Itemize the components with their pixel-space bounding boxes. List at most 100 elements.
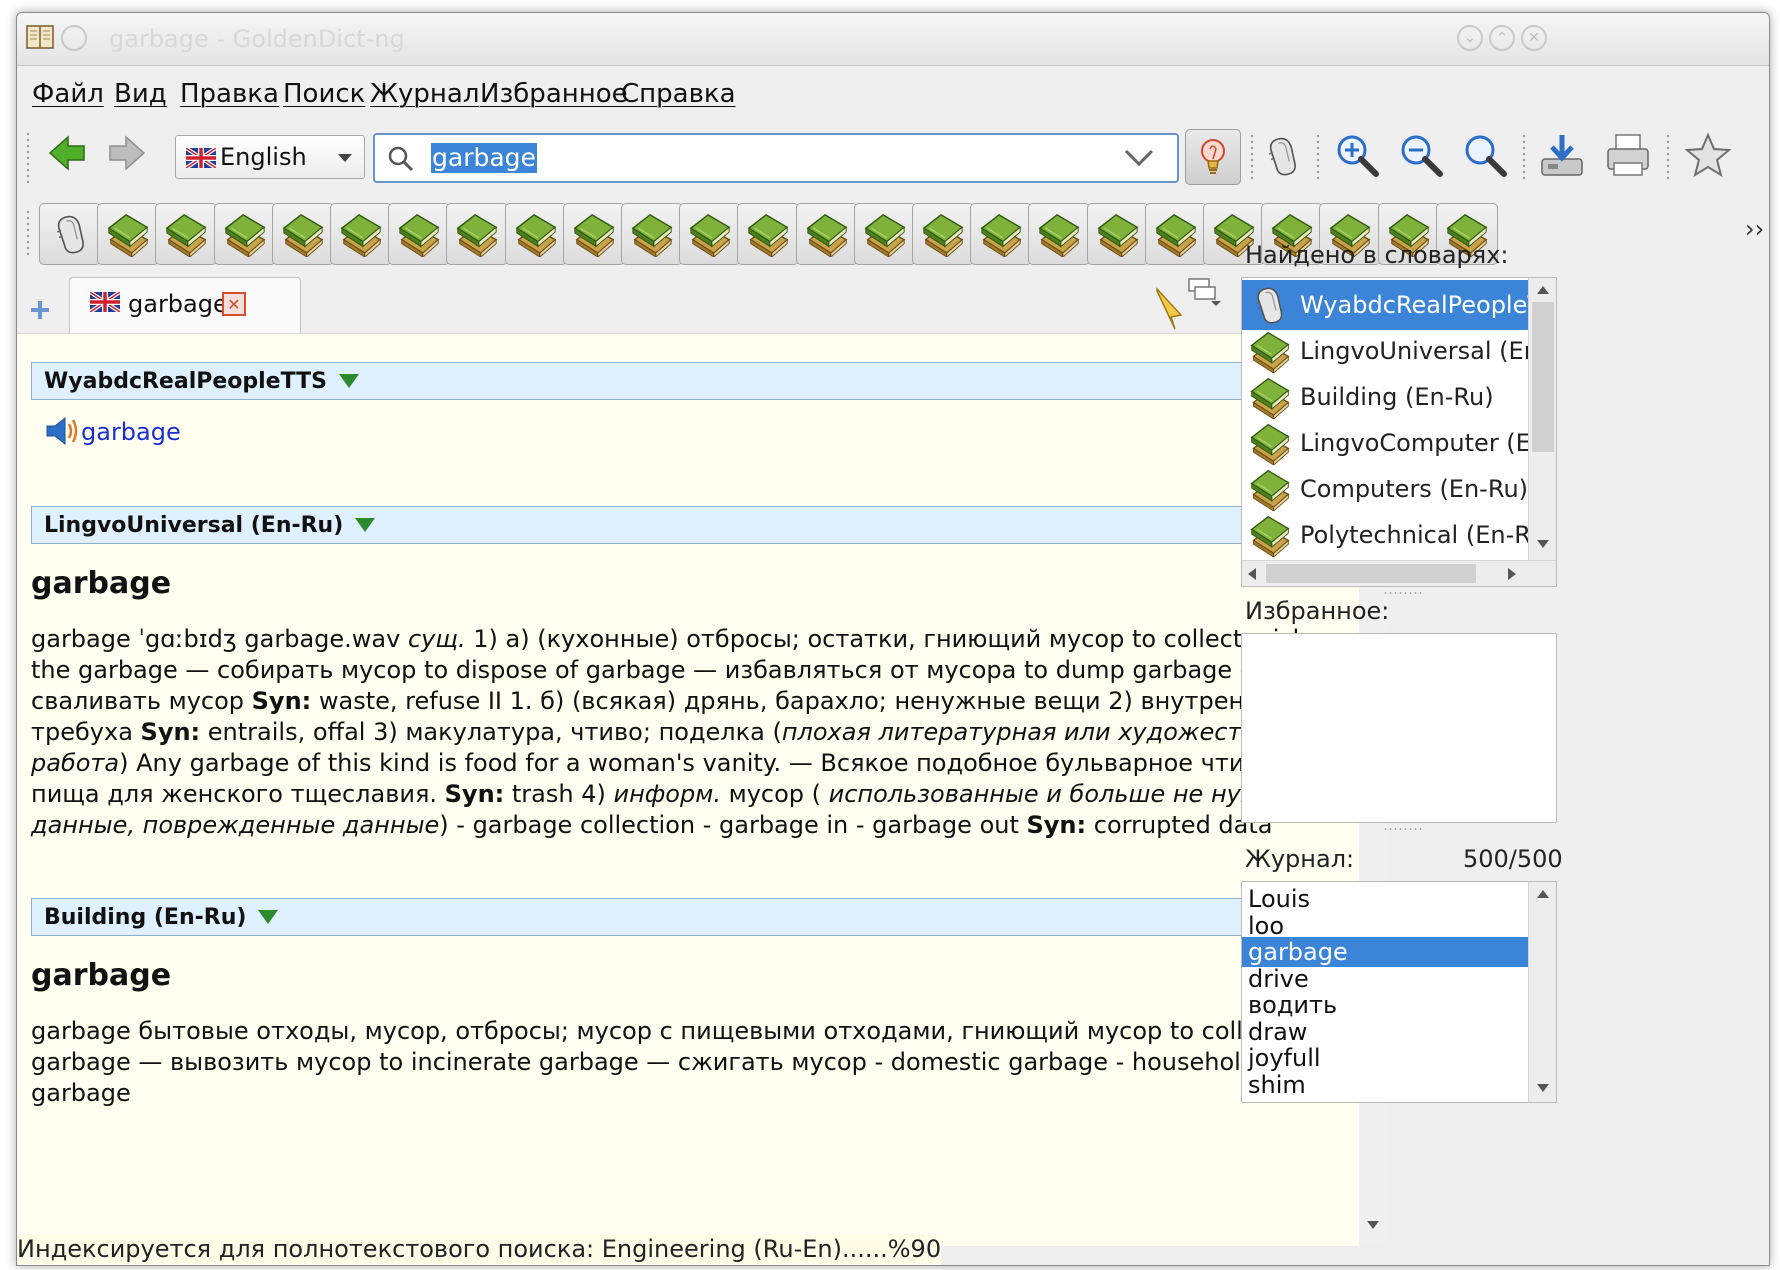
panel-splitter[interactable] xyxy=(1383,827,1423,831)
back-arrow-icon[interactable] xyxy=(47,133,87,173)
dict-button[interactable] xyxy=(562,203,625,265)
save-icon[interactable] xyxy=(1535,127,1589,183)
menu-search[interactable]: Поиск xyxy=(283,79,365,109)
found-dict-item[interactable]: LingvoUniversal (En-Ru) xyxy=(1242,326,1556,376)
found-list-scrollbar[interactable] xyxy=(1528,278,1556,560)
dict-button[interactable] xyxy=(155,203,218,265)
dict-button[interactable] xyxy=(504,203,567,265)
dict-button[interactable] xyxy=(621,203,683,265)
dict-button[interactable] xyxy=(912,203,974,265)
dict-button[interactable] xyxy=(97,203,160,265)
dict-button[interactable] xyxy=(795,203,858,265)
history-item[interactable]: Louis xyxy=(1246,884,1524,914)
toolbar-separator xyxy=(1315,133,1321,181)
menu-file[interactable]: Файл xyxy=(32,79,104,109)
dict-button[interactable] xyxy=(271,203,334,265)
dict-button[interactable] xyxy=(853,203,916,265)
tabs-list-icon[interactable] xyxy=(1187,277,1221,309)
dict-button[interactable] xyxy=(1144,203,1207,265)
forward-arrow-icon[interactable] xyxy=(107,133,147,173)
audio-link[interactable]: garbage xyxy=(81,418,181,446)
pronounce-icon[interactable] xyxy=(1255,127,1309,185)
dict-button[interactable] xyxy=(1028,203,1091,265)
print-icon[interactable] xyxy=(1601,127,1655,183)
toolbar-grip[interactable] xyxy=(25,131,31,183)
zoom-out-icon[interactable] xyxy=(1395,129,1447,181)
history-item[interactable]: draw xyxy=(1246,1017,1524,1047)
language-label: English xyxy=(220,143,307,171)
zoom-reset-icon[interactable] xyxy=(1459,129,1511,181)
chevron-down-icon[interactable] xyxy=(1123,147,1155,169)
dict-header-title: Building (En-Ru) xyxy=(44,904,247,930)
dict-button[interactable] xyxy=(388,203,451,265)
dict-button[interactable] xyxy=(1086,203,1149,265)
close-window-button[interactable]: ✕ xyxy=(1521,25,1547,51)
found-dict-item[interactable]: Building (En-Ru) xyxy=(1242,372,1528,422)
found-dict-item[interactable]: Computers (En-Ru) xyxy=(1242,464,1528,514)
history-item[interactable]: drive xyxy=(1246,964,1524,994)
tab-garbage[interactable]: garbage ✕ xyxy=(69,277,301,333)
maximize-button[interactable]: ⌃ xyxy=(1489,25,1515,51)
found-dict-label: Polytechnical (En-Ru) xyxy=(1300,521,1555,549)
dict-button[interactable] xyxy=(737,203,800,265)
book-icon xyxy=(687,211,733,257)
book-icon xyxy=(338,211,384,257)
book-icon xyxy=(1248,513,1292,557)
found-dict-item[interactable]: LingvoComputer (En-Ru) xyxy=(1242,418,1556,468)
scroll-up-icon[interactable] xyxy=(1537,286,1549,294)
menu-edit[interactable]: Правка xyxy=(180,79,279,109)
language-selector[interactable]: English xyxy=(175,135,365,179)
dict-header-building[interactable]: Building (En-Ru) xyxy=(31,898,1351,936)
history-item[interactable]: joyfull xyxy=(1246,1043,1524,1073)
book-icon xyxy=(1248,375,1292,419)
scroll-left-icon[interactable] xyxy=(1248,568,1256,580)
search-input[interactable]: garbage xyxy=(373,133,1179,183)
found-dict-label: WyabdcRealPeopleTTS xyxy=(1300,291,1557,319)
close-tab-icon[interactable]: ✕ xyxy=(222,292,246,316)
scroll-thumb[interactable] xyxy=(1266,564,1476,583)
menu-view[interactable]: Вид xyxy=(114,79,167,109)
book-icon xyxy=(804,211,850,257)
add-tab-icon[interactable] xyxy=(29,299,51,321)
minimize-button[interactable]: ⌄ xyxy=(1457,25,1483,51)
favorite-star-icon[interactable] xyxy=(1681,127,1735,183)
found-dict-item[interactable]: WyabdcRealPeopleTTS xyxy=(1242,280,1556,330)
menu-help[interactable]: Справка xyxy=(621,79,736,109)
panel-splitter[interactable] xyxy=(1383,591,1423,595)
collapse-triangle-icon[interactable] xyxy=(355,518,376,532)
dict-button[interactable] xyxy=(213,203,276,265)
zoom-in-icon[interactable] xyxy=(1331,129,1383,181)
history-item[interactable]: loo xyxy=(1246,911,1524,941)
scroll-down-icon[interactable] xyxy=(1537,540,1549,548)
collapse-triangle-icon[interactable] xyxy=(258,910,279,924)
scroll-thumb[interactable] xyxy=(1532,302,1554,452)
history-item[interactable]: shim xyxy=(1246,1070,1524,1100)
dict-button-tts[interactable] xyxy=(39,203,101,265)
dict-button[interactable] xyxy=(446,203,509,265)
dict-button[interactable] xyxy=(330,203,392,265)
window-menu-icon[interactable] xyxy=(61,25,87,51)
dictbar-overflow-button[interactable]: ›› xyxy=(1745,215,1764,243)
menu-history[interactable]: Журнал xyxy=(370,79,479,109)
scroll-down-icon[interactable] xyxy=(1367,1221,1379,1229)
collapse-triangle-icon[interactable] xyxy=(338,374,359,388)
dict-header-tts[interactable]: WyabdcRealPeopleTTS xyxy=(31,362,1351,400)
scroll-up-icon[interactable] xyxy=(1537,890,1549,898)
scroll-down-icon[interactable] xyxy=(1537,1084,1549,1092)
lightbulb-icon[interactable] xyxy=(1185,129,1241,185)
history-list: shim joyfull draw водить drive garbage loo Loui… xyxy=(1241,881,1557,1103)
favorites-list[interactable] xyxy=(1241,633,1557,823)
history-item[interactable]: garbage xyxy=(1242,937,1528,967)
dict-button[interactable] xyxy=(679,203,742,265)
dictbar-grip[interactable] xyxy=(25,209,31,259)
scroll-right-icon[interactable] xyxy=(1508,568,1516,580)
dict-header-lingvouniversal[interactable]: LingvoUniversal (En-Ru) xyxy=(31,506,1351,544)
found-list-hscrollbar[interactable] xyxy=(1242,560,1556,586)
history-list-scrollbar[interactable] xyxy=(1528,882,1556,1102)
found-dict-item[interactable]: Polytechnical (En-Ru) xyxy=(1242,510,1554,560)
speaker-icon[interactable] xyxy=(45,416,81,446)
history-item[interactable]: водить xyxy=(1246,990,1524,1020)
dict-button[interactable] xyxy=(970,203,1033,265)
menu-favorites[interactable]: Избранное xyxy=(480,79,628,109)
history-count: 500/500 xyxy=(1463,845,1563,873)
